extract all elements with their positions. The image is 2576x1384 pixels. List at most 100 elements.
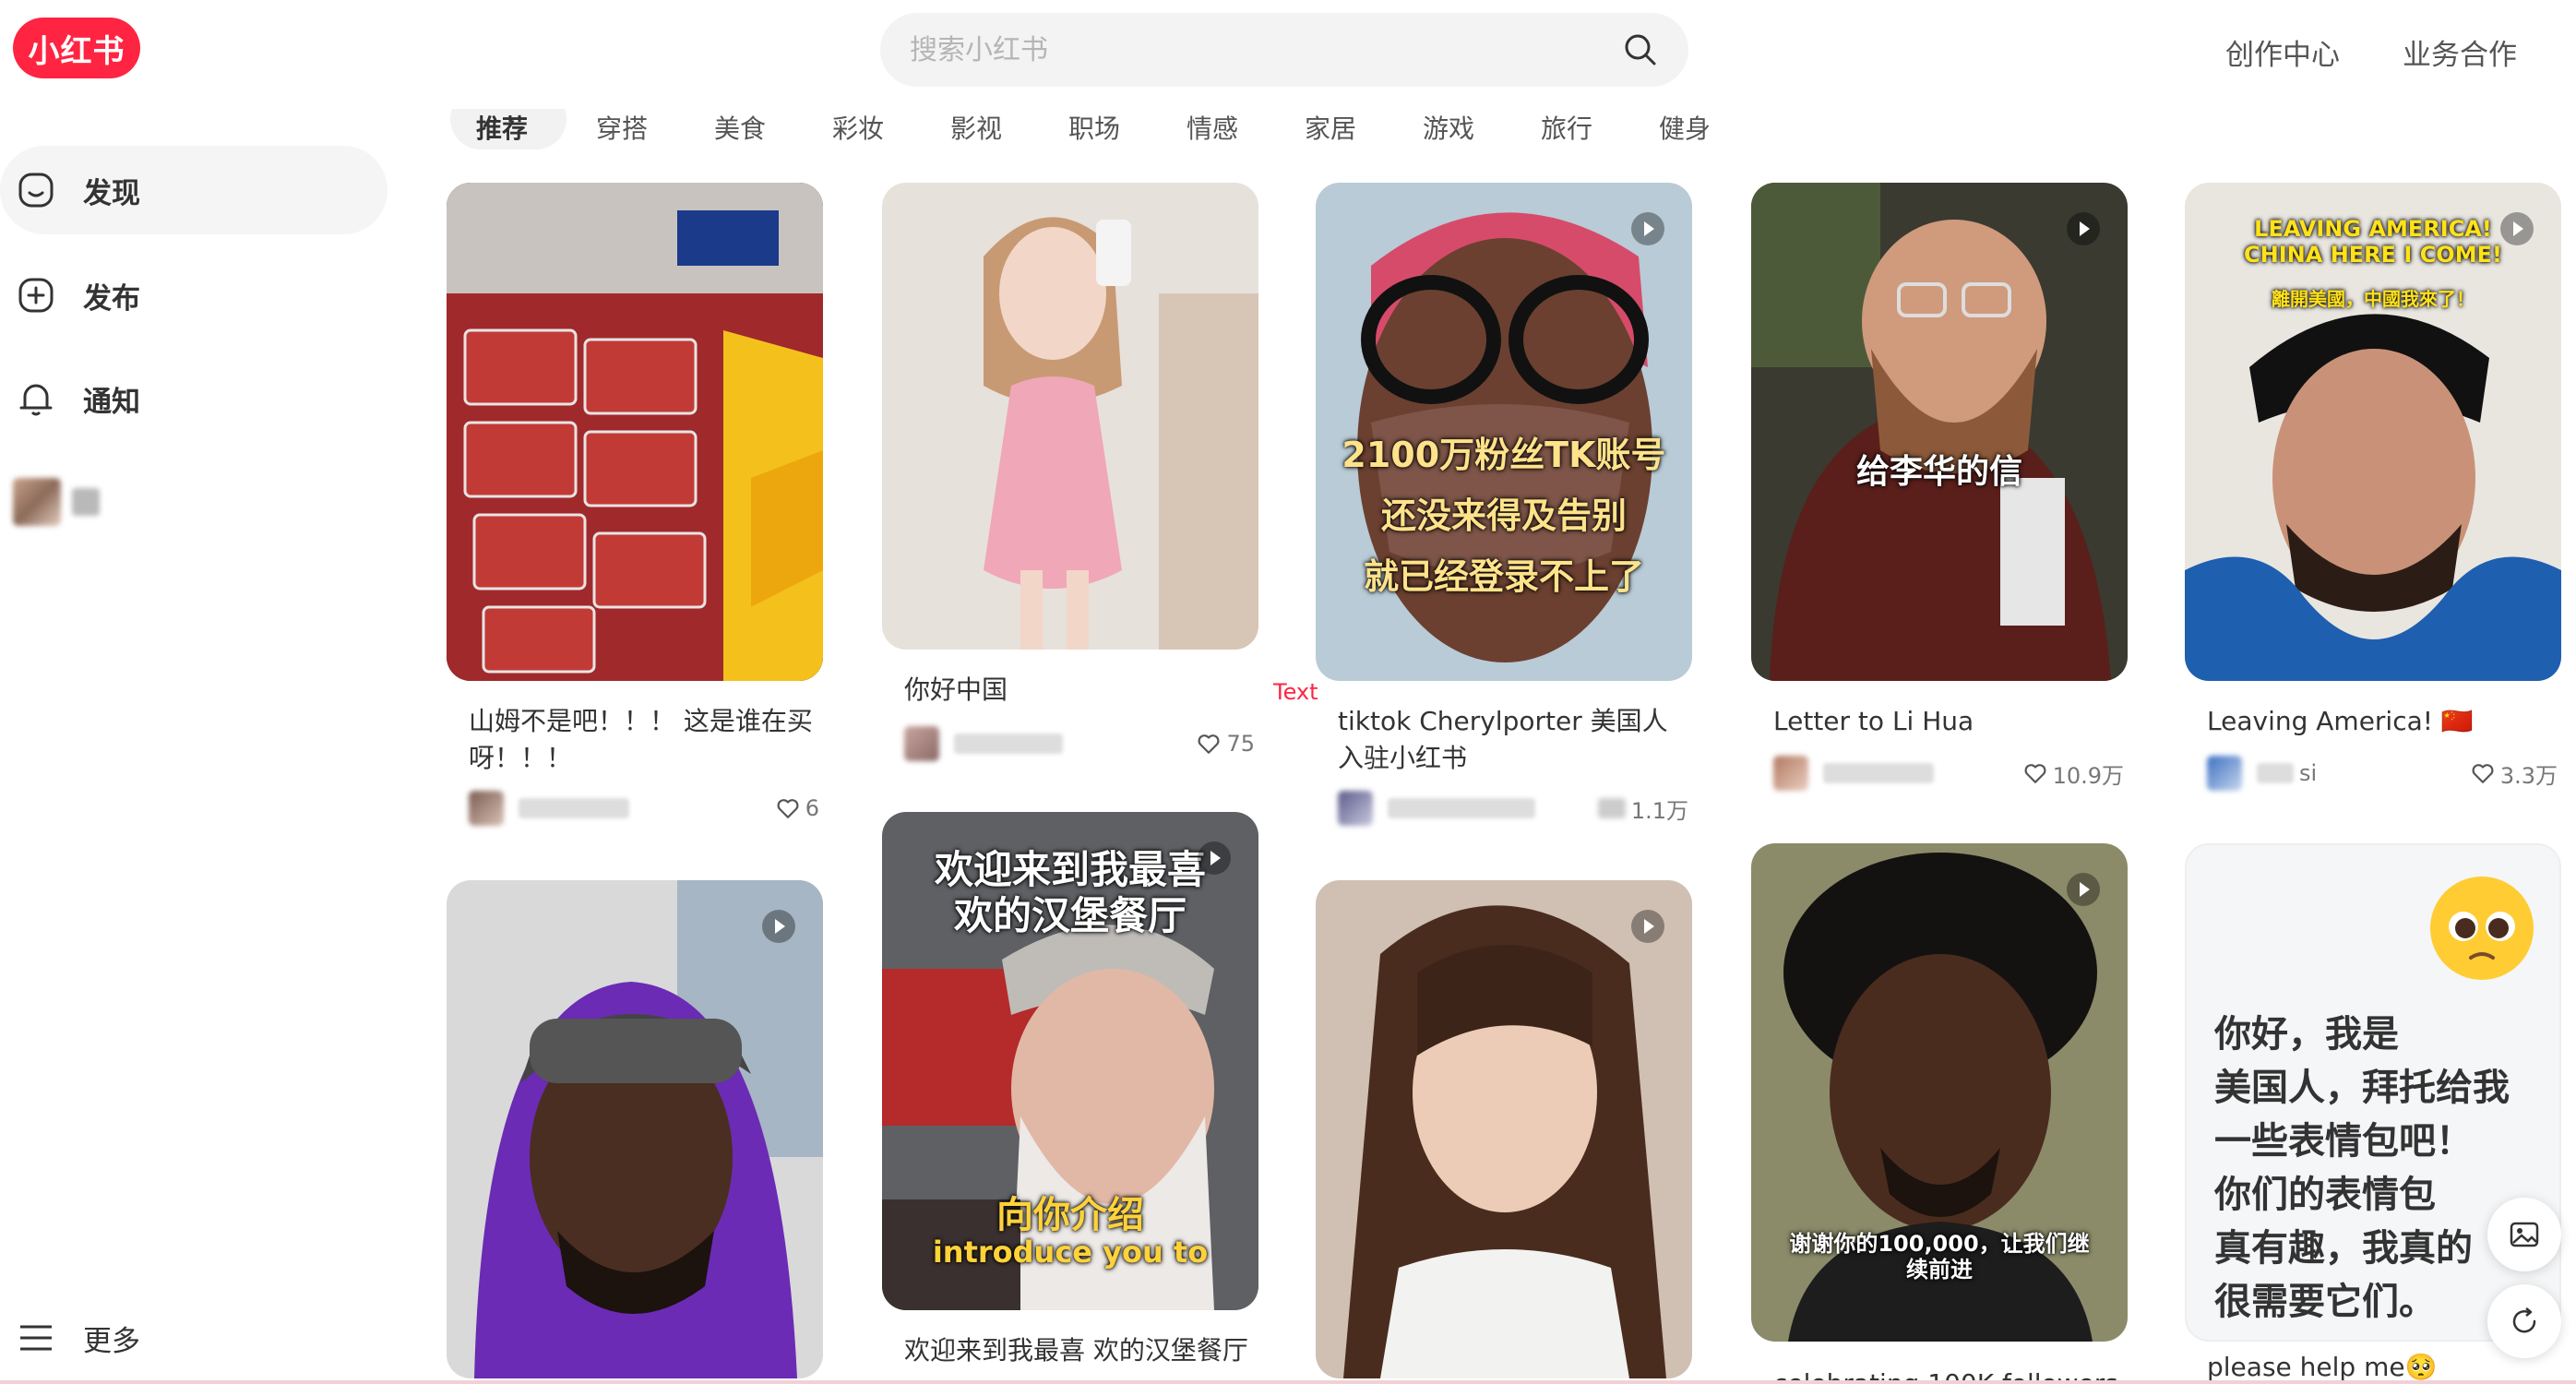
sidebar-item-discover[interactable]: 发现	[0, 146, 388, 234]
card-title[interactable]: please help me🥺	[2207, 1349, 2558, 1384]
video-caption-line: 欢的汉堡餐厅	[953, 893, 1187, 938]
card-cover-image[interactable]	[882, 183, 1258, 650]
sidebar-item-label: 发现	[83, 176, 140, 210]
heart-icon	[1597, 798, 1626, 818]
image-search-button[interactable]	[2487, 1198, 2561, 1271]
card-title[interactable]: Leaving America! 🇨🇳	[2207, 703, 2558, 740]
author-name[interactable]	[2257, 763, 2294, 783]
card-title[interactable]: 欢迎来到我最喜 欢的汉堡餐厅	[904, 1332, 1255, 1369]
video-caption-line: CHINA HERE I COME!	[2244, 242, 2502, 268]
card-cover-image[interactable]	[447, 880, 823, 1378]
meat-freezer-image	[447, 183, 823, 681]
girl-pink-dress-image	[882, 183, 1258, 650]
like-count: 6	[805, 795, 819, 821]
video-caption-line: 就已经登录不上了	[1363, 556, 1644, 597]
video-caption-line: 向你介绍	[996, 1194, 1144, 1236]
card-meta: 75	[904, 725, 1255, 762]
tab-outfit[interactable]: 穿搭	[596, 109, 648, 146]
author-name[interactable]	[954, 734, 1063, 754]
tab-food[interactable]: 美食	[714, 109, 766, 146]
creator-center-link[interactable]: 创作中心	[2225, 31, 2340, 73]
publish-plus-icon	[18, 278, 54, 313]
business-cooperation-link[interactable]: 业务合作	[2403, 31, 2517, 73]
card-meta: si 3.3万	[2207, 755, 2558, 792]
sidebar-item-label: 通知	[83, 385, 140, 419]
woman-brown-hair-image	[1316, 880, 1692, 1378]
xiaohongshu-logo[interactable]: 小红书	[13, 18, 140, 78]
like-button[interactable]: 75	[1197, 731, 1255, 757]
discover-icon	[18, 173, 54, 208]
like-count: 10.9万	[2052, 762, 2124, 789]
search-icon[interactable]	[1622, 31, 1659, 68]
meme-text-line: 你好，我是	[2214, 1013, 2399, 1056]
sidebar-item-more[interactable]: 更多	[0, 1294, 388, 1382]
video-play-icon	[1198, 841, 1231, 875]
card-cover-image[interactable]	[447, 183, 823, 681]
card-cover-image[interactable]: 谢谢你的100,000，让我们继 续前进	[1751, 843, 2128, 1342]
like-button[interactable]: 6	[776, 795, 819, 821]
tab-makeup[interactable]: 彩妆	[832, 109, 884, 146]
author-name[interactable]	[1823, 763, 1934, 783]
tab-games[interactable]: 游戏	[1423, 109, 1474, 146]
tab-recommend[interactable]: 推荐	[476, 109, 528, 146]
meme-text-line: 真有趣，我真的	[2214, 1227, 2473, 1270]
user-avatar[interactable]	[13, 478, 109, 526]
author-avatar[interactable]	[469, 791, 504, 826]
card-cover-image[interactable]: 给李华的信	[1751, 183, 2128, 681]
heart-icon	[777, 799, 799, 818]
card-cover-image[interactable]: 你好，我是 美国人，拜托给我 一些表情包吧！ 你们的表情包 真有趣，我真的 很需…	[2185, 843, 2561, 1342]
video-caption-line: introduce you to	[932, 1235, 1209, 1270]
card-title[interactable]: Letter to Li Hua	[1773, 703, 2124, 740]
card-cover-image[interactable]	[1316, 880, 1692, 1378]
like-button[interactable]: 1.1万	[1597, 793, 1688, 825]
tab-emotion[interactable]: 情感	[1187, 109, 1238, 146]
tab-film[interactable]: 影视	[950, 109, 1002, 146]
video-caption-line: 还没来得及告别	[1380, 495, 1627, 536]
author-avatar[interactable]	[1773, 756, 1808, 791]
sidebar-item-label: 发布	[83, 281, 140, 316]
author-avatar[interactable]	[904, 726, 939, 761]
video-caption-line: 2100万粉丝TK账号	[1342, 435, 1666, 475]
card-meta: 10.9万	[1773, 755, 2124, 792]
author-avatar[interactable]	[2207, 756, 2242, 791]
video-caption-line: 谢谢你的100,000，让我们继	[1789, 1231, 2090, 1257]
bottom-divider	[0, 1380, 2576, 1384]
author-name[interactable]	[519, 798, 629, 818]
like-button[interactable]: 10.9万	[2023, 758, 2124, 790]
search-input[interactable]	[910, 33, 1622, 66]
meme-text-line: 美国人，拜托给我	[2214, 1067, 2510, 1109]
video-play-icon	[762, 910, 795, 943]
tab-travel[interactable]: 旅行	[1541, 109, 1592, 146]
search-bar[interactable]	[880, 13, 1688, 87]
sidebar-item-notifications[interactable]: 通知	[0, 354, 388, 443]
card-title[interactable]: 你好中国	[904, 672, 1255, 709]
card-meta: 6	[469, 790, 819, 827]
card-cover-image[interactable]: LEAVING AMERICA! CHINA HERE I COME! 離開美國…	[2185, 183, 2561, 681]
tab-home[interactable]: 家居	[1305, 109, 1356, 146]
video-play-icon	[2500, 212, 2534, 245]
man-purple-hoodie-image	[447, 880, 823, 1378]
author-name-suffix: si	[2299, 760, 2318, 786]
meme-text-line: 你们的表情包	[2214, 1174, 2436, 1216]
card-cover-image[interactable]: 2100万粉丝TK账号 还没来得及告别 就已经登录不上了	[1316, 183, 1692, 681]
meme-text-line: 很需要它们。	[2214, 1281, 2436, 1323]
text-annotation: Text	[1273, 679, 1318, 705]
tab-fitness[interactable]: 健身	[1659, 109, 1711, 146]
sidebar-item-label: 更多	[83, 1324, 140, 1358]
heart-icon	[1198, 734, 1220, 754]
video-caption-line: 给李华的信	[1855, 453, 2022, 491]
video-caption-line: 離開美國，中國我來了！	[2272, 288, 2475, 310]
like-count: 3.3万	[2499, 762, 2558, 789]
refresh-icon	[2512, 1307, 2536, 1333]
card-title[interactable]: tiktok Cherylporter 美国人入驻小红书	[1338, 703, 1688, 777]
tab-career[interactable]: 职场	[1068, 109, 1120, 146]
card-title[interactable]: 山姆不是吧！！！ 这是谁在买呀！！！	[469, 703, 819, 777]
like-button[interactable]: 3.3万	[2471, 758, 2558, 790]
card-cover-image[interactable]: 欢迎来到我最喜 欢的汉堡餐厅 向你介绍 introduce you to	[882, 812, 1258, 1310]
meme-text-line: 一些表情包吧！	[2214, 1120, 2473, 1163]
author-name[interactable]	[1388, 798, 1535, 818]
video-caption-line: 续前进	[1906, 1257, 1973, 1283]
author-avatar[interactable]	[1338, 791, 1373, 826]
refresh-button[interactable]	[2487, 1284, 2561, 1358]
sidebar-item-publish[interactable]: 发布	[0, 251, 388, 340]
